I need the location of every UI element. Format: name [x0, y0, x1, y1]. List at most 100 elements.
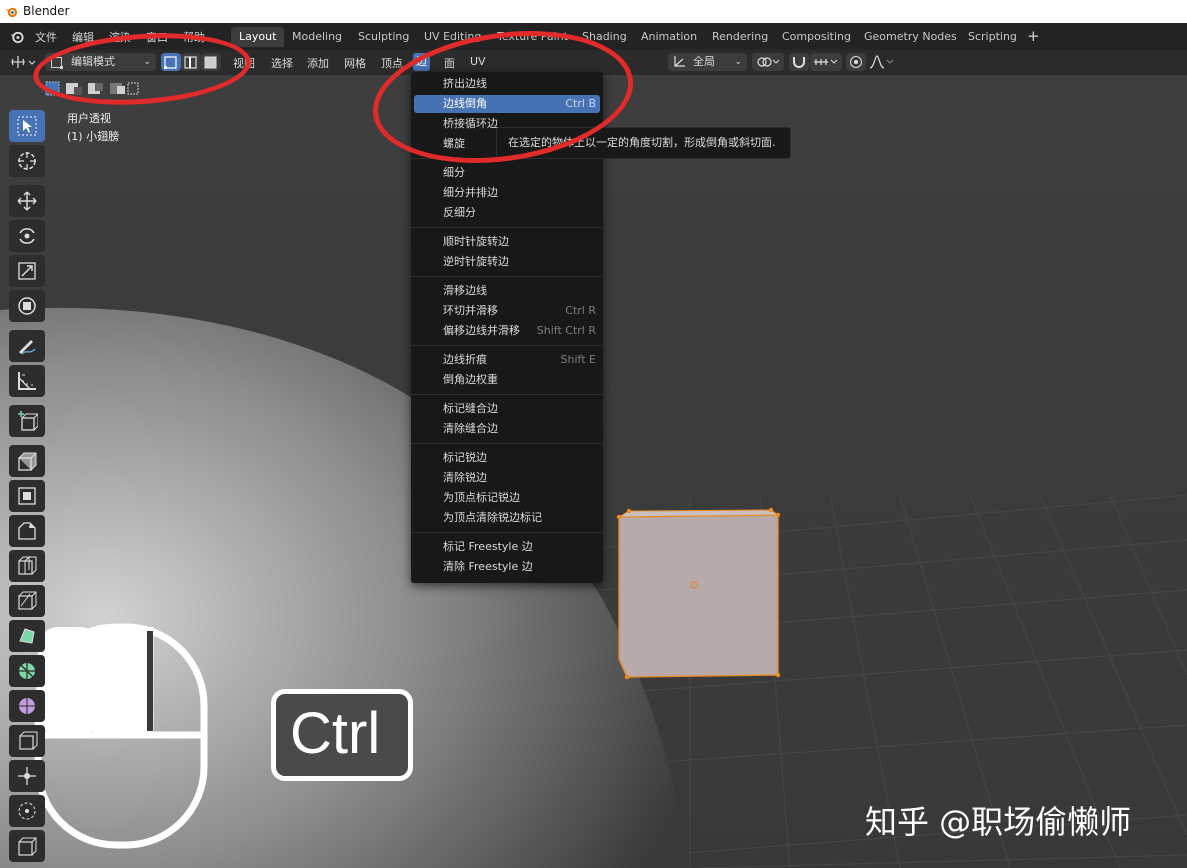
tool-annotate[interactable] — [9, 330, 45, 362]
snap-increment-icon — [814, 59, 838, 65]
menu-item-clear-freestyle-edge[interactable]: 清除 Freestyle 边 — [414, 558, 600, 576]
transform-orientation-select[interactable]: 全局 ⌄ — [668, 53, 747, 71]
window-title: Blender — [23, 4, 70, 18]
tool-cursor[interactable] — [9, 145, 45, 177]
scale-icon — [18, 262, 36, 280]
loop-cut-icon — [18, 555, 37, 575]
chevron-down-icon: ⌄ — [734, 57, 742, 67]
menu-item-bevel-weight[interactable]: 倒角边权重 — [414, 371, 600, 389]
menu-separator — [411, 394, 603, 395]
magnet-icon — [793, 57, 805, 68]
tool-smooth[interactable] — [9, 690, 45, 722]
menu-item-loop-cut-slide[interactable]: 环切并滑移 Ctrl R — [414, 302, 600, 320]
menu-item-un-subdivide[interactable]: 反细分 — [414, 204, 600, 222]
window-titlebar: Blender — [0, 0, 1187, 23]
menu-item-clear-sharp-vertices[interactable]: 为顶点清除锐边标记 — [414, 509, 600, 527]
object-name: (1) 小翅膀 — [67, 130, 120, 143]
tool-scale[interactable] — [9, 255, 45, 287]
tool-bevel[interactable] — [9, 515, 45, 547]
tool-measure[interactable] — [9, 365, 45, 397]
tab-sculpting[interactable]: Sculpting — [350, 27, 417, 47]
snap-target-select[interactable] — [810, 53, 842, 71]
blender-menu-icon[interactable] — [9, 29, 25, 44]
menu-item-rotate-edge-cw[interactable]: 顺时针旋转边 — [414, 233, 600, 251]
blender-logo-icon — [4, 7, 18, 18]
cube-object[interactable] — [616, 507, 781, 680]
tool-extrude[interactable] — [9, 445, 45, 477]
proportional-edit-toggle[interactable] — [846, 53, 866, 71]
tool-knife[interactable] — [9, 585, 45, 617]
tool-poly-build[interactable] — [9, 620, 45, 652]
tab-modeling[interactable]: Modeling — [284, 27, 350, 47]
pivot-link-icon — [757, 57, 780, 67]
viewport-info: 用户透视 (1) 小翅膀 — [67, 110, 119, 146]
menu-select[interactable]: 选择 — [271, 55, 293, 71]
menu-file[interactable]: 文件 — [35, 29, 57, 45]
menu-item-subdivide-edge-ring[interactable]: 细分并排边 — [414, 184, 600, 202]
poly-build-icon — [19, 628, 35, 644]
orientation-axes-icon — [674, 56, 685, 67]
tool-move[interactable] — [9, 185, 45, 217]
tab-compositing[interactable]: Compositing — [774, 27, 859, 47]
menu-item-mark-freestyle-edge[interactable]: 标记 Freestyle 边 — [414, 538, 600, 556]
menu-item-subdivide[interactable]: 细分 — [414, 164, 600, 182]
menu-item-edge-crease[interactable]: 边线折痕 Shift E — [414, 351, 600, 369]
move-arrows-icon — [17, 191, 37, 211]
rotate-icon — [19, 228, 35, 244]
tool-loop-cut[interactable] — [9, 550, 45, 582]
mouse-left-click-icon — [34, 623, 208, 849]
menu-item-offset-edge-slide[interactable]: 偏移边线并滑移 Shift Ctrl R — [414, 322, 600, 340]
to-sphere-icon — [18, 802, 36, 820]
tool-spin[interactable] — [9, 655, 45, 687]
tool-rip[interactable] — [9, 830, 45, 862]
inset-faces-icon — [18, 487, 36, 505]
menu-item-clear-seam[interactable]: 清除缝合边 — [414, 420, 600, 438]
spin-icon — [19, 663, 35, 679]
ctrl-key-label: Ctrl — [290, 701, 381, 766]
falloff-select[interactable] — [867, 53, 897, 71]
falloff-curve-icon — [869, 55, 894, 69]
tool-shrink-fatten[interactable] — [9, 760, 45, 792]
menu-item-clear-sharp[interactable]: 清除锐边 — [414, 469, 600, 487]
bevel-icon — [18, 522, 36, 540]
menu-mesh[interactable]: 网格 — [344, 55, 366, 71]
menu-separator — [411, 276, 603, 277]
add-cube-icon — [18, 411, 38, 431]
pivot-point-select[interactable] — [752, 53, 784, 71]
tool-select-box[interactable] — [9, 110, 45, 142]
ctrl-key-overlay: Ctrl — [271, 689, 413, 781]
menu-item-mark-seam[interactable]: 标记缝合边 — [414, 400, 600, 418]
tab-rendering[interactable]: Rendering — [704, 27, 776, 47]
tab-scripting[interactable]: Scripting — [960, 27, 1025, 47]
tool-edge-slide[interactable] — [9, 725, 45, 757]
menu-item-edge-slide[interactable]: 滑移边线 — [414, 282, 600, 300]
menu-separator — [411, 345, 603, 346]
transform-icon — [18, 297, 36, 315]
editor-type-icon — [11, 56, 36, 68]
extrude-icon — [18, 452, 37, 471]
tab-layout[interactable]: Layout — [231, 27, 285, 47]
snap-toggle[interactable] — [789, 53, 809, 71]
tool-add-cube[interactable] — [9, 405, 45, 437]
tab-geometry-nodes[interactable]: Geometry Nodes — [856, 27, 965, 47]
menu-separator — [411, 532, 603, 533]
3d-cursor-icon — [18, 152, 36, 170]
menu-item-mark-sharp[interactable]: 标记锐边 — [414, 449, 600, 467]
menu-separator — [411, 443, 603, 444]
add-workspace-button[interactable]: + — [1027, 27, 1040, 45]
smooth-sphere-icon — [19, 698, 35, 714]
menu-item-mark-sharp-vertices[interactable]: 为顶点标记锐边 — [414, 489, 600, 507]
knife-icon — [18, 591, 37, 610]
pencil-icon — [19, 340, 36, 355]
orientation-label: 全局 — [693, 55, 715, 68]
tab-animation[interactable]: Animation — [633, 27, 705, 47]
menu-add[interactable]: 添加 — [307, 55, 329, 71]
tool-shear[interactable] — [9, 795, 45, 827]
tool-inset[interactable] — [9, 480, 45, 512]
shrink-fatten-icon — [18, 767, 36, 785]
tool-transform[interactable] — [9, 290, 45, 322]
tool-rotate[interactable] — [9, 220, 45, 252]
rip-region-icon — [18, 837, 37, 856]
menu-item-rotate-edge-ccw[interactable]: 逆时针旋转边 — [414, 253, 600, 271]
cursor-arrow-icon — [17, 116, 37, 136]
